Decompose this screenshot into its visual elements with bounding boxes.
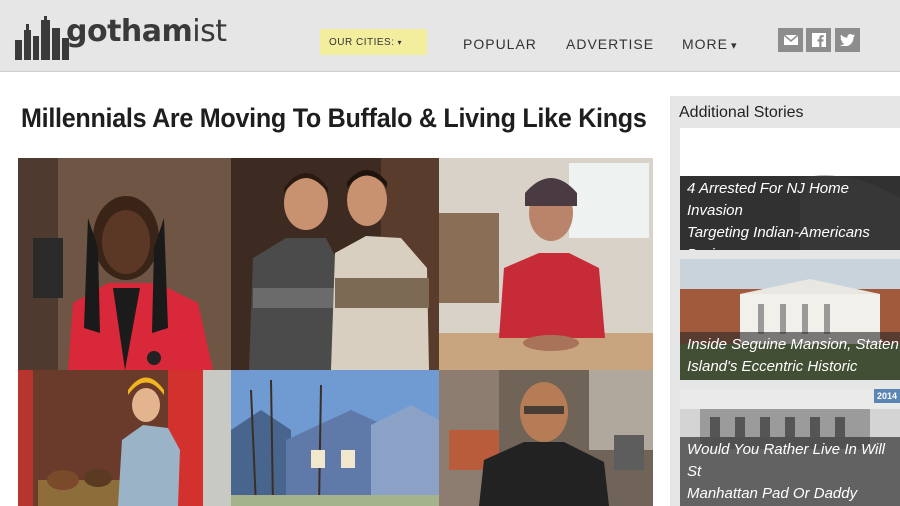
our-cities-dropdown[interactable]: OUR CITIES: ▾	[320, 29, 427, 55]
wordmark-main: gotham	[66, 14, 193, 49]
facebook-share-button[interactable]	[806, 28, 831, 52]
mail-icon	[783, 35, 798, 45]
article-hero-collage[interactable]	[18, 158, 653, 506]
sidebar-story[interactable]: Inside Seguine Mansion, Staten Island's …	[680, 259, 900, 380]
story-caption: Inside Seguine Mansion, Staten Island's …	[680, 332, 900, 380]
sidebar-story[interactable]: 4 Arrested For NJ Home Invasion Targetin…	[680, 128, 900, 250]
collage-photo-man-glasses	[439, 370, 653, 506]
chevron-down-icon: ▾	[397, 38, 403, 47]
twitter-icon	[840, 34, 855, 46]
caret-down-icon: ▾	[731, 40, 738, 52]
collage-photo-woman-workshop	[439, 158, 653, 370]
nav-advertise[interactable]: ADVERTISE	[566, 36, 654, 52]
nav-more-label: MORE	[682, 36, 728, 52]
sidebar-title: Additional Stories	[679, 104, 804, 121]
wordmark-suffix: ist	[192, 14, 227, 49]
facebook-icon	[811, 33, 826, 47]
story-caption: Would You Rather Live In Will St Manhatt…	[680, 437, 900, 506]
site-header: gothamist OUR CITIES: ▾ POPULAR ADVERTISE…	[0, 0, 900, 72]
article-headline[interactable]: Millennials Are Moving To Buffalo & Livi…	[21, 103, 647, 134]
collage-photo-woman-red-coat	[18, 158, 231, 370]
our-cities-label: OUR CITIES:	[329, 37, 395, 48]
additional-stories-sidebar: Additional Stories 4 Arrested For NJ Hom…	[670, 96, 900, 506]
nav-popular[interactable]: POPULAR	[463, 36, 537, 52]
nav-more[interactable]: MORE ▾	[682, 36, 738, 52]
story-badge: 2014	[873, 389, 900, 403]
story-caption: 4 Arrested For NJ Home Invasion Targetin…	[680, 176, 900, 250]
collage-photo-woman-chickens	[18, 370, 231, 506]
site-wordmark[interactable]: gothamist	[66, 14, 227, 49]
twitter-share-button[interactable]	[835, 28, 860, 52]
email-share-button[interactable]	[778, 28, 803, 52]
collage-photo-two-men	[231, 158, 439, 370]
sidebar-story[interactable]: 2014 Would You Rather Live In Will St Ma…	[680, 389, 900, 506]
collage-photo-victorian-house	[231, 370, 439, 506]
